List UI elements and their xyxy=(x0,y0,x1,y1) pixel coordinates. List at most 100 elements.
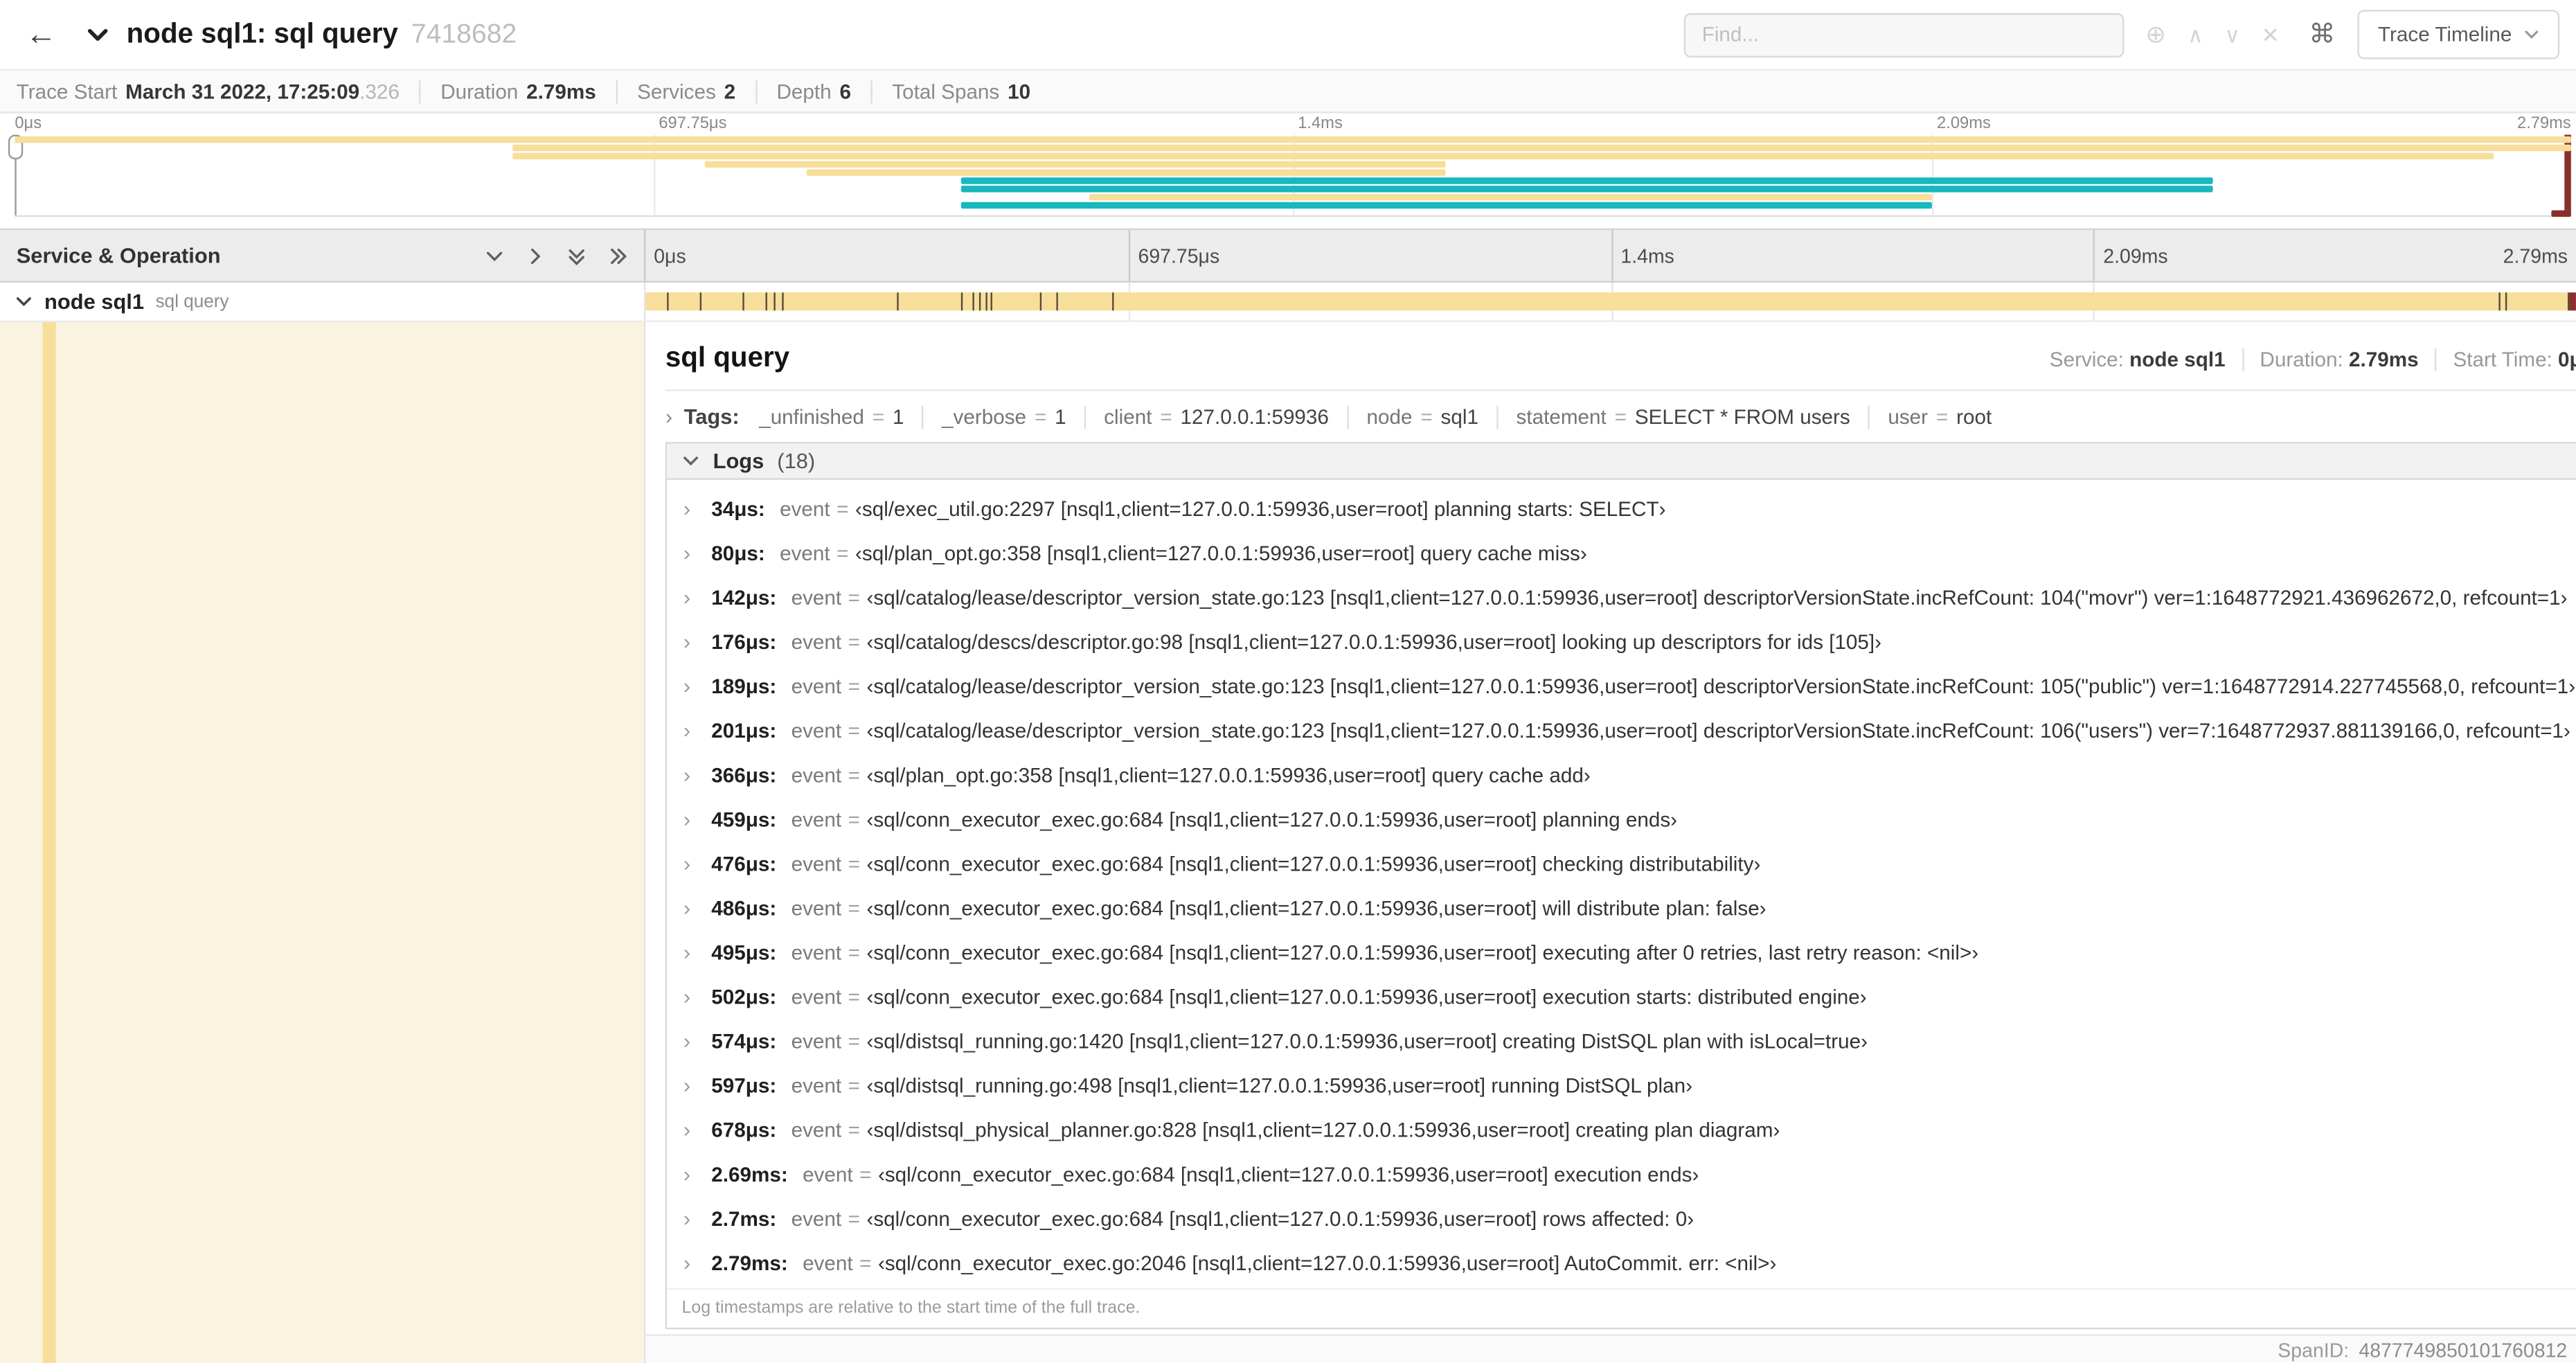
log-field-name: event xyxy=(791,585,842,609)
chevron-right-icon: › xyxy=(683,540,691,566)
log-message: event = ‹sql/conn_executor_exec.go:2046 [n… xyxy=(803,1251,1776,1274)
clear-find-icon[interactable]: ✕ xyxy=(2262,24,2280,45)
equals-sign: = xyxy=(848,852,861,875)
log-timestamp: 34μs: xyxy=(711,497,765,520)
log-entry[interactable]: › 486μs: event = ‹sql/conn_executor_exec.go:… xyxy=(667,886,2576,930)
log-field-value: ‹sql/distsql_physical_planner.go:828 [ns… xyxy=(866,1118,1780,1141)
next-match-chevron-down-icon[interactable]: ∨ xyxy=(2224,24,2240,45)
log-field-value: ‹sql/conn_executor_exec.go:684 [nsql1,cl… xyxy=(866,1206,1694,1230)
span-id-value: 4877749850101760812 xyxy=(2359,1338,2568,1362)
ruler-tick: 0μs xyxy=(645,230,686,281)
log-entry[interactable]: › 176μs: event = ‹sql/catalog/descs/descript… xyxy=(667,619,2576,663)
top-bar: ← node sql1: sql query 7418682 ⊕ ∧ ∨ ✕ ⌘… xyxy=(0,0,2576,69)
log-entry[interactable]: › 34μs: event = ‹sql/exec_util.go:2297 [nsql… xyxy=(667,486,2576,531)
spacer xyxy=(0,217,2576,229)
trace-id: 7418682 xyxy=(411,19,517,50)
minimap-span xyxy=(2550,210,2571,217)
log-entry[interactable]: › 189μs: event = ‹sql/catalog/lease/descript… xyxy=(667,663,2576,708)
span-bar[interactable] xyxy=(645,292,2570,311)
log-marker-tick xyxy=(2498,292,2501,311)
chevron-down-icon[interactable] xyxy=(15,292,33,310)
log-entry[interactable]: › 142μs: event = ‹sql/catalog/lease/descript… xyxy=(667,575,2576,619)
equals-sign: = xyxy=(837,497,849,520)
log-entry[interactable]: › 476μs: event = ‹sql/conn_executor_exec.go:… xyxy=(667,841,2576,886)
span-row-track[interactable] xyxy=(645,283,2576,321)
span-detail-row: sql query Service: node sql1 Duration: 2.… xyxy=(0,321,2576,1363)
log-entry[interactable]: › 366μs: event = ‹sql/plan_opt.go:358 [nsql1… xyxy=(667,753,2576,797)
log-field-value: ‹sql/exec_util.go:2297 [nsql1,client=127… xyxy=(855,497,1666,520)
collapse-all-double-chevron-down-icon[interactable] xyxy=(566,246,586,265)
equals-sign: = xyxy=(1614,404,1627,429)
logs-label: Logs xyxy=(713,448,764,474)
log-marker-tick xyxy=(985,292,987,311)
log-field-name: event xyxy=(803,1162,853,1186)
logs-accordion-header[interactable]: Logs (18) xyxy=(667,443,2576,480)
equals-sign: = xyxy=(848,674,861,698)
log-message: event = ‹sql/conn_executor_exec.go:684 [ns… xyxy=(791,896,1766,919)
expand-all-double-chevron-right-icon[interactable] xyxy=(608,246,627,265)
log-timestamp: 80μs: xyxy=(711,541,765,564)
focus-find-icon[interactable]: ⊕ xyxy=(2145,22,2166,47)
log-entry[interactable]: › 80μs: event = ‹sql/plan_opt.go:358 [nsql1,… xyxy=(667,531,2576,575)
find-input[interactable] xyxy=(1683,12,2125,57)
back-button[interactable]: ← xyxy=(17,19,66,50)
prev-match-chevron-up-icon[interactable]: ∧ xyxy=(2188,24,2203,45)
minimap-left-scrubber[interactable] xyxy=(8,134,24,215)
log-message: event = ‹sql/conn_executor_exec.go:684 [ns… xyxy=(791,1207,1694,1230)
equals-sign: = xyxy=(848,1029,861,1053)
log-entry[interactable]: › 2.79ms: event = ‹sql/conn_executor_exec.go… xyxy=(667,1240,2576,1285)
log-field-name: event xyxy=(791,630,842,654)
span-row-name-cell[interactable]: node sql1 sql query xyxy=(0,283,646,321)
span-operation-name: sql query xyxy=(155,292,229,312)
meta-label: Start Time: xyxy=(2453,348,2559,372)
collapse-trace-chevron-down-icon[interactable] xyxy=(85,22,110,47)
log-entry[interactable]: › 201μs: event = ‹sql/catalog/lease/descript… xyxy=(667,709,2576,753)
ruler-tick: 2.79ms xyxy=(2503,230,2576,281)
log-entry[interactable]: › 2.7ms: event = ‹sql/conn_executor_exec.go:… xyxy=(667,1196,2576,1240)
log-entry[interactable]: › 495μs: event = ‹sql/conn_executor_exec.go:… xyxy=(667,930,2576,974)
log-timestamp: 597μs: xyxy=(711,1074,777,1097)
summary-value: 2 xyxy=(724,80,736,103)
minimap-span xyxy=(960,177,2213,184)
log-marker-tick xyxy=(2505,292,2507,311)
span-detail-title: sql query xyxy=(665,341,790,373)
log-entry[interactable]: › 459μs: event = ‹sql/conn_executor_exec.go:… xyxy=(667,797,2576,841)
summary-item: Services 2 xyxy=(616,80,735,103)
meta-label: Duration: xyxy=(2260,348,2350,372)
log-entry[interactable]: › 597μs: event = ‹sql/distsql_running.go:498… xyxy=(667,1063,2576,1107)
log-field-value: ‹sql/conn_executor_exec.go:684 [nsql1,cl… xyxy=(866,808,1678,831)
logs-accordion: Logs (18) › 34μs: event = ‹sql/exec_util.go:… xyxy=(665,442,2576,1330)
log-field-value: ‹sql/conn_executor_exec.go:684 [nsql1,cl… xyxy=(866,985,1867,1008)
log-entry[interactable]: › 2.69ms: event = ‹sql/conn_executor_exec.go… xyxy=(667,1152,2576,1196)
trace-view-selector-button[interactable]: Trace Timeline xyxy=(2358,10,2560,60)
tag-value: 1 xyxy=(892,404,904,429)
span-meta-item: Duration: 2.79ms xyxy=(2242,348,2419,372)
log-entry[interactable]: › 502μs: event = ‹sql/conn_executor_exec.go:… xyxy=(667,974,2576,1019)
log-marker-tick xyxy=(1039,292,1041,311)
log-entry[interactable]: › 574μs: event = ‹sql/distsql_running.go:142… xyxy=(667,1019,2576,1063)
chevron-right-icon: › xyxy=(683,1117,691,1142)
log-timestamp: 366μs: xyxy=(711,763,777,787)
ruler-tick-label: 697.75μs xyxy=(1138,244,1220,267)
ruler-tick-label: 0μs xyxy=(654,244,686,267)
top-bar-actions: ⊕ ∧ ∨ ✕ ⌘ Trace Timeline xyxy=(1683,10,2560,60)
log-message: event = ‹sql/exec_util.go:2297 [nsql1,clie… xyxy=(780,497,1665,520)
summary-item: Duration 2.79ms xyxy=(419,80,596,103)
keyboard-shortcuts-button[interactable]: ⌘ xyxy=(2301,15,2344,54)
log-field-name: event xyxy=(791,808,842,831)
chevron-right-icon: › xyxy=(683,1206,691,1231)
tags-accordion[interactable]: › Tags: _unfinished = 1 _verbose = 1 client = 12… xyxy=(665,391,2576,440)
tag-item: _unfinished = 1 xyxy=(759,405,922,428)
log-timestamp: 201μs: xyxy=(711,718,777,742)
summary-label: Trace Start xyxy=(16,80,118,103)
expand-one-chevron-right-icon[interactable] xyxy=(526,246,545,265)
collapse-one-chevron-down-icon[interactable] xyxy=(485,246,504,265)
log-timestamp: 142μs: xyxy=(711,585,777,609)
log-entry[interactable]: › 678μs: event = ‹sql/distsql_physical_plann… xyxy=(667,1107,2576,1152)
minimap-canvas[interactable] xyxy=(8,134,2571,217)
log-timestamp: 678μs: xyxy=(711,1118,777,1141)
log-field-value: ‹sql/conn_executor_exec.go:684 [nsql1,cl… xyxy=(866,852,1761,875)
log-timestamp: 2.7ms: xyxy=(711,1206,777,1230)
log-timestamp: 459μs: xyxy=(711,808,777,831)
summary-value: 10 xyxy=(1008,80,1031,103)
